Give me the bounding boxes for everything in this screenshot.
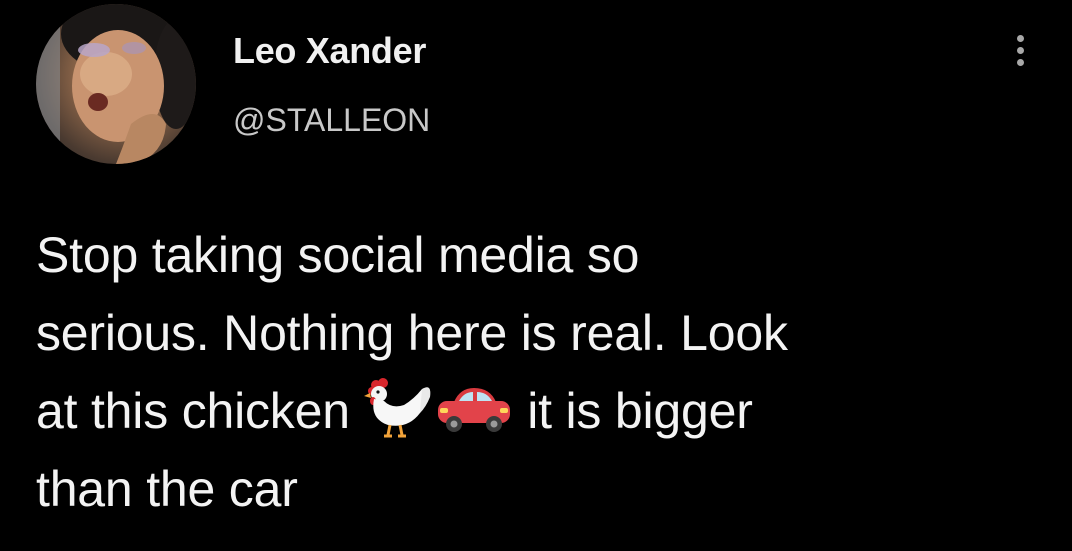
tweet-text-line: at this chicken it is bigger [36, 372, 1056, 450]
avatar-photo [36, 4, 196, 164]
tweet-text: Stop taking social media so serious. Not… [36, 216, 1056, 528]
tweet-text-segment: at this chicken [36, 383, 364, 439]
tweet-card: Leo Xander @STALLEON Stop taking social … [0, 0, 1072, 551]
author-handle[interactable]: @STALLEON [233, 102, 430, 139]
tweet-text-line: than the car [36, 461, 298, 517]
vertical-ellipsis-icon [1016, 34, 1024, 42]
car-emoji [434, 384, 514, 434]
tweet-text-line: serious. Nothing here is real. Look [36, 305, 788, 361]
more-options-button[interactable] [1005, 26, 1035, 74]
rooster-emoji [363, 377, 434, 441]
vertical-ellipsis-icon-dot [1016, 58, 1024, 66]
author-display-name[interactable]: Leo Xander [233, 30, 426, 72]
tweet-text-line: Stop taking social media so [36, 227, 640, 283]
tweet-text-segment: it is bigger [513, 383, 753, 439]
vertical-ellipsis-icon-dot [1016, 46, 1024, 54]
avatar[interactable] [36, 4, 196, 164]
